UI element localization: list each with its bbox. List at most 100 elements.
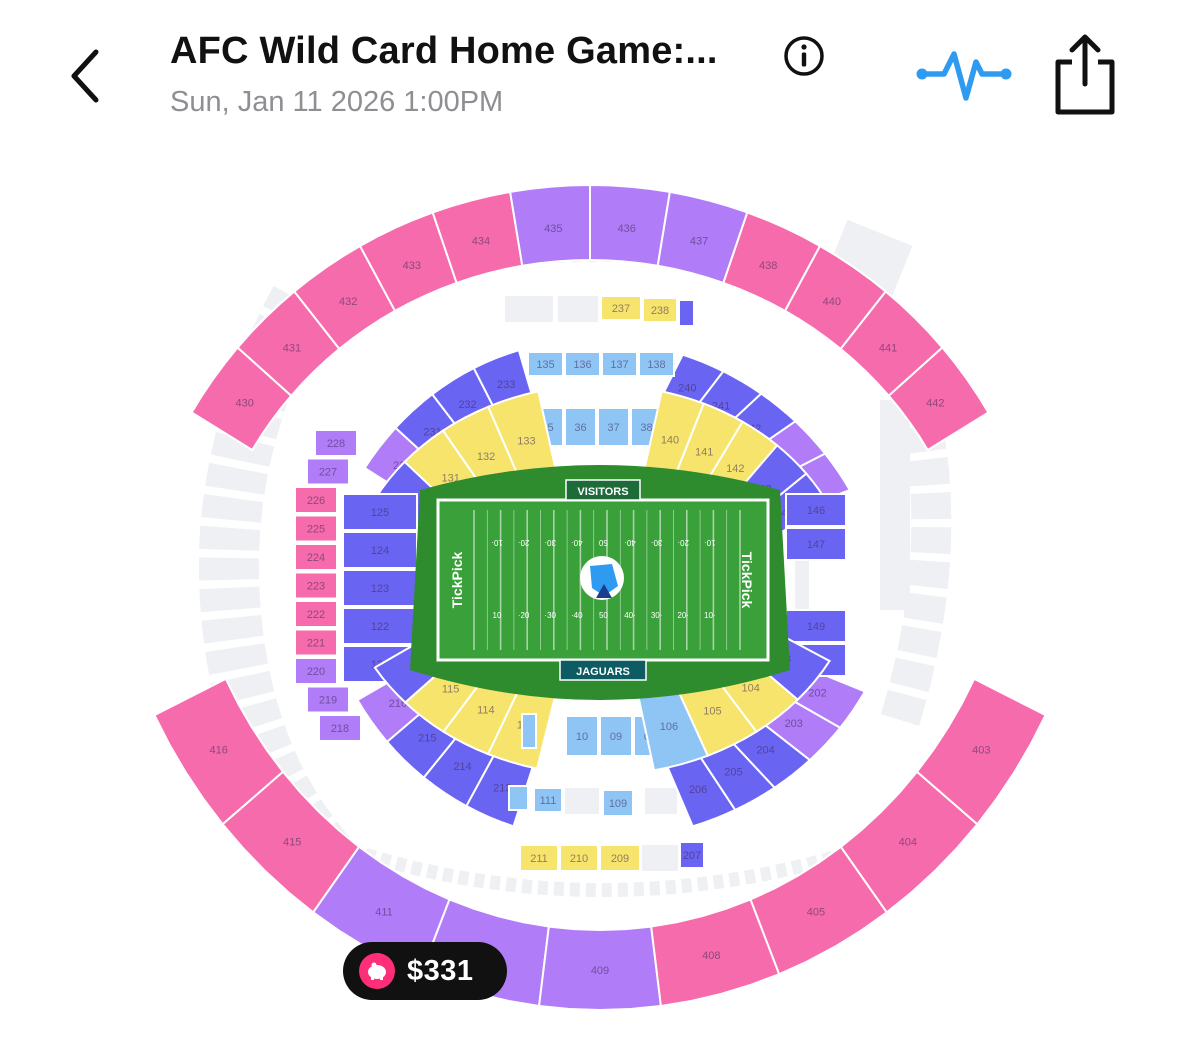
section-label: 104 (742, 682, 760, 694)
yard-number: 30· (544, 538, 556, 547)
section-109[interactable]: 109 (602, 789, 634, 817)
section-box-north[interactable] (678, 299, 695, 327)
section-37[interactable]: 37 (597, 407, 630, 447)
section-label: 405 (807, 906, 825, 918)
section-label: 223 (307, 581, 325, 593)
section-label: 205 (724, 767, 742, 779)
section-122[interactable]: 122 (342, 607, 418, 645)
yard-number: 10 (493, 611, 502, 620)
section-label: 215 (418, 732, 436, 744)
section-221[interactable]: 221 (294, 628, 338, 657)
section-shape[interactable] (521, 713, 537, 749)
section-label: 203 (785, 718, 803, 730)
section-220[interactable]: 220 (294, 657, 338, 685)
section-box-south-a[interactable] (508, 785, 529, 811)
section-label: 411 (375, 906, 393, 918)
unavailable-section (880, 400, 910, 610)
section-436[interactable]: 436 (589, 183, 672, 267)
section-209[interactable]: 209 (599, 844, 641, 872)
endzone-left-label: TickPick (449, 552, 465, 609)
section-label: 204 (756, 745, 774, 757)
section-label: 149 (807, 621, 825, 633)
section-219[interactable]: 219 (306, 685, 350, 714)
section-label: 37 (607, 422, 619, 434)
unavailable-section (645, 788, 677, 814)
section-label: 436 (618, 223, 636, 235)
section-125[interactable]: 125 (342, 493, 418, 531)
price-history-button[interactable] (914, 36, 1014, 112)
jaguars-label: JAGUARS (576, 666, 630, 678)
section-124[interactable]: 124 (342, 531, 418, 569)
section-136[interactable]: 136 (564, 351, 601, 377)
section-shape[interactable] (508, 785, 529, 811)
unavailable-section (505, 296, 553, 322)
unavailable-section (558, 296, 598, 322)
event-date: Sun, Jan 11 2026 1:00PM (170, 86, 504, 118)
section-label: 36 (574, 422, 586, 434)
section-225[interactable]: 225 (294, 514, 338, 543)
section-149[interactable]: 149 (785, 609, 847, 643)
section-label: 404 (899, 837, 917, 849)
section-label: 440 (823, 296, 841, 308)
section-label: 224 (307, 552, 325, 564)
section-box-south-b[interactable] (521, 713, 537, 749)
section-label: 114 (477, 705, 495, 717)
section-10[interactable]: 10 (565, 715, 599, 757)
section-label: 210 (570, 853, 588, 865)
section-237[interactable]: 237 (600, 295, 642, 321)
section-210[interactable]: 210 (559, 844, 599, 872)
section-211[interactable]: 211 (519, 844, 559, 872)
section-label: 441 (879, 342, 897, 354)
section-238[interactable]: 238 (642, 297, 678, 323)
section-224[interactable]: 224 (294, 543, 338, 571)
section-228[interactable]: 228 (314, 429, 358, 457)
section-147[interactable]: 147 (785, 527, 847, 561)
section-label: 240 (678, 383, 696, 395)
share-icon (1055, 34, 1115, 115)
section-36[interactable]: 36 (564, 407, 597, 447)
yard-number: 20· (677, 538, 689, 547)
unavailable-section (642, 845, 678, 871)
section-123[interactable]: 123 (342, 569, 418, 607)
section-435[interactable]: 435 (508, 183, 591, 267)
lowest-price-amount: $331 (407, 954, 474, 987)
section-label: 10 (576, 731, 588, 743)
visitors-label: VISITORS (577, 486, 628, 498)
event-title[interactable]: AFC Wild Card Home Game:... (170, 30, 718, 73)
section-111[interactable]: 111 (533, 787, 563, 813)
back-button[interactable] (62, 44, 112, 108)
section-label: 221 (307, 638, 325, 650)
section-138[interactable]: 138 (638, 351, 675, 377)
section-137[interactable]: 137 (601, 351, 638, 377)
yard-number: 40· (624, 611, 636, 620)
section-label: 219 (319, 695, 337, 707)
section-227[interactable]: 227 (306, 457, 350, 486)
section-222[interactable]: 222 (294, 600, 338, 628)
section-09[interactable]: 09 (599, 715, 633, 757)
section-label: 225 (307, 524, 325, 536)
section-218[interactable]: 218 (318, 714, 362, 742)
lowest-price-pill[interactable]: $331 (343, 942, 507, 1000)
share-button[interactable] (1050, 32, 1120, 118)
section-label: 142 (726, 463, 744, 475)
section-135[interactable]: 135 (527, 351, 564, 377)
section-label: 38 (640, 422, 652, 434)
info-button[interactable] (782, 34, 826, 78)
section-207[interactable]: 207 (679, 841, 705, 869)
section-label: 432 (339, 296, 357, 308)
section-label: 226 (307, 495, 325, 507)
section-409[interactable]: 409 (537, 925, 663, 1012)
info-icon (784, 36, 824, 76)
endzone-right-label: TickPick (739, 552, 755, 609)
section-label: 109 (609, 798, 627, 810)
section-223[interactable]: 223 (294, 571, 338, 600)
section-shape[interactable] (678, 299, 695, 327)
section-226[interactable]: 226 (294, 486, 338, 514)
yard-number: 30· (651, 538, 663, 547)
stadium-seat-map[interactable]: 430 431 432 433 434 435 436 437 438 440 441 442 416 4… (0, 150, 1179, 1045)
section-label: 408 (702, 950, 720, 962)
yard-number: 40· (624, 538, 636, 547)
section-label: 209 (611, 853, 629, 865)
section-146[interactable]: 146 (785, 493, 847, 527)
section-label: 133 (517, 435, 535, 447)
